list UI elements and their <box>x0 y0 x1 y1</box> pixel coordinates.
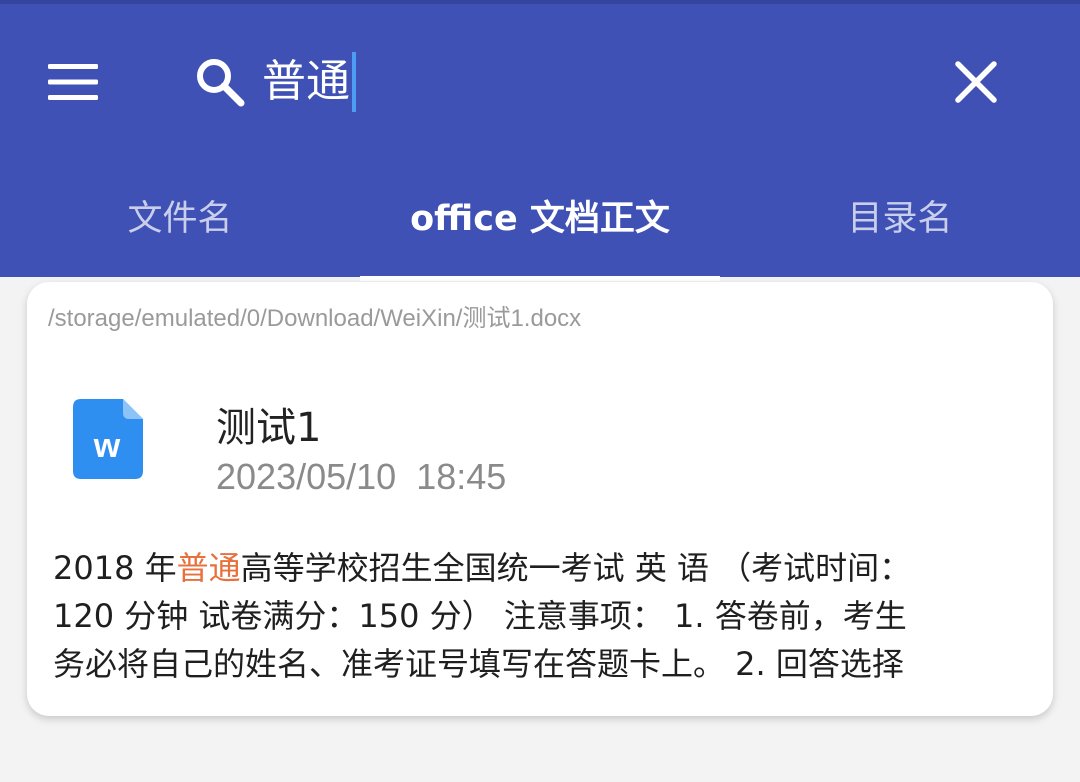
search-result-card[interactable]: /storage/emulated/0/Download/WeiXin/测试1.… <box>27 282 1053 716</box>
search-input[interactable]: 普通 <box>262 44 902 120</box>
preview-match-highlight: 普通 <box>176 549 241 587</box>
word-document-icon: w <box>73 399 143 479</box>
app-screen: 普通 文件名 office 文档正文 目录名 /storage/emulated… <box>0 0 1080 782</box>
tab-office-content-label: office 文档正文 <box>410 199 670 239</box>
file-modified-datetime: 2023/05/10 18:45 <box>216 456 506 498</box>
tab-filename-label: 文件名 <box>127 199 233 239</box>
preview-text: 高等学校招生全国统一考试 英 语 （考试时间： <box>240 549 912 587</box>
tab-directory-name[interactable]: 目录名 <box>720 156 1080 281</box>
preview-line-2: 120 分钟 试卷满分：150 分） 注意事项： 1. 答卷前，考生 <box>53 597 907 635</box>
file-icon-letter: w <box>93 427 121 465</box>
file-name: 测试1 <box>216 405 322 451</box>
menu-icon <box>48 64 98 100</box>
tab-filename[interactable]: 文件名 <box>0 156 360 281</box>
tab-office-content[interactable]: office 文档正文 <box>360 156 720 281</box>
content-preview: 2018 年普通高等学校招生全国统一考试 英 语 （考试时间： 120 分钟 试… <box>53 544 1033 688</box>
file-date: 2023/05/10 <box>216 456 397 497</box>
preview-line-3: 务必将自己的姓名、准考证号填写在答题卡上。 2. 回答选择 <box>53 645 904 683</box>
text-caret <box>352 52 356 112</box>
preview-text: 2018 年 <box>53 549 177 587</box>
search-query: 普通 <box>262 56 350 107</box>
active-tab-indicator <box>360 276 720 281</box>
file-path: /storage/emulated/0/Download/WeiXin/测试1.… <box>48 305 582 332</box>
file-time: 18:45 <box>416 456 507 497</box>
preview-line-1: 2018 年普通高等学校招生全国统一考试 英 语 （考试时间： <box>53 544 1033 592</box>
menu-button[interactable] <box>48 60 100 104</box>
search-icon[interactable] <box>194 56 246 108</box>
app-bar: 普通 文件名 office 文档正文 目录名 <box>0 0 1080 281</box>
tab-directory-name-label: 目录名 <box>847 199 953 239</box>
close-icon[interactable] <box>950 56 1002 108</box>
tab-bar: 文件名 office 文档正文 目录名 <box>0 156 1080 281</box>
